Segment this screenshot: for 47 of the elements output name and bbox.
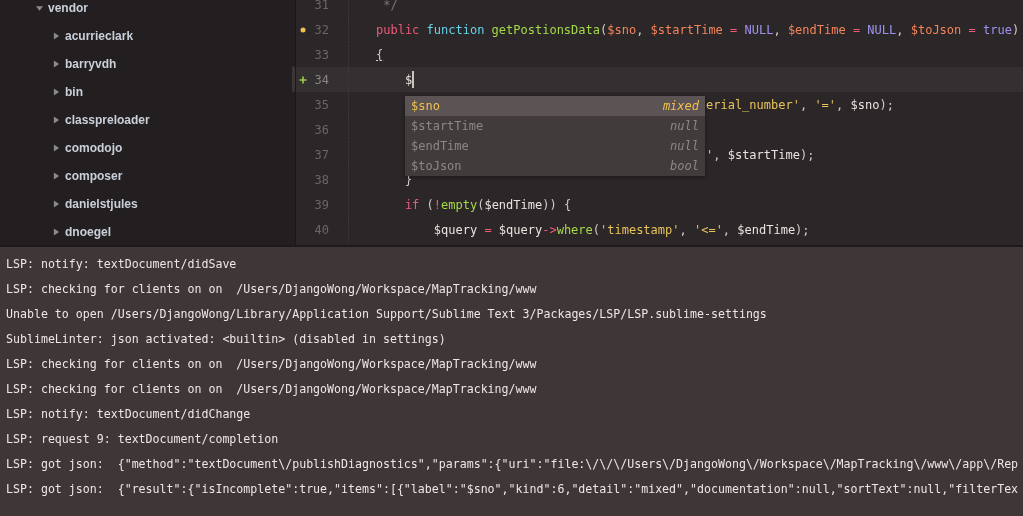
folder-name[interactable]: comodojo <box>65 141 123 155</box>
folder-name[interactable]: classpreloader <box>65 113 150 127</box>
folder-name[interactable]: acurrieclark <box>65 29 134 43</box>
collapsed-triangle-icon[interactable] <box>53 172 60 180</box>
line-number: 31 <box>313 0 330 12</box>
line-number: 34 <box>313 72 330 87</box>
line-number: 32 <box>313 22 330 37</box>
line-number: 40 <box>313 222 330 237</box>
line-number: 35 <box>313 97 330 112</box>
line-number: 38 <box>313 172 330 187</box>
folder-name[interactable]: danielstjules <box>65 197 138 211</box>
code-line: public function getPostionsData($sno, $startTime = NULL, $endTime = NULL, $toJson = true) <box>376 22 1020 37</box>
console-line: LSP: request 9: textDocument/completion <box>6 431 279 446</box>
code-line: if (!empty($endTime)) { <box>403 197 572 212</box>
console-line: LSP: got json: {"result":{"isIncomplete":true,"items":[{"label":"$sno","kind":6,"detail":"mixed","documentation":null,"sortText":null,"filterTex <box>6 481 1019 496</box>
collapsed-triangle-icon[interactable] <box>53 144 60 152</box>
collapsed-triangle-icon[interactable] <box>53 200 60 208</box>
collapsed-triangle-icon[interactable] <box>53 228 60 236</box>
console-line: Unable to open /Users/DjangoWong/Library/Application Support/Sublime Text 3/Packages/LSP/LSP.sublime-settings <box>6 306 767 321</box>
console-line: LSP: notify: textDocument/didSave <box>6 256 237 271</box>
console-line: LSP: checking for clients on on /Users/DjangoWong/Workspace/MapTracking/www <box>6 281 537 296</box>
code-line: ', $startTime); <box>706 147 815 162</box>
code-line: $ <box>403 72 413 87</box>
console-line: LSP: notify: textDocument/didChange <box>6 406 251 421</box>
line-number: 37 <box>313 147 330 162</box>
collapsed-triangle-icon[interactable] <box>53 116 60 124</box>
line-number: 33 <box>313 47 330 62</box>
folder-name[interactable]: barryvdh <box>65 57 117 71</box>
console-line: LSP: checking for clients on on /Users/DjangoWong/Workspace/MapTracking/www <box>6 381 537 396</box>
console-line: LSP: checking for clients on on /Users/DjangoWong/Workspace/MapTracking/www <box>6 356 537 371</box>
folder-name[interactable]: composer <box>65 169 123 183</box>
console-line: LSP: got json: {"method":"textDocument\/publishDiagnostics","params":{"uri":"file:\/\/\/Users\/DjangoWong\/Workspace\/MapTracking\/www\/app\/Rep <box>6 456 1019 471</box>
line-number: 39 <box>313 197 330 212</box>
line-number: 36 <box>313 122 330 137</box>
folder-name[interactable]: dnoegel <box>65 225 111 239</box>
collapsed-triangle-icon[interactable] <box>53 88 60 96</box>
expanded-triangle-icon[interactable] <box>36 4 43 12</box>
code-line: */ <box>382 0 398 12</box>
code-line: erial_number', '=', $sno); <box>706 97 894 112</box>
folder-name[interactable]: bin <box>65 85 83 99</box>
code-line: $query = $query->where('timestamp', '<=', $endTime); <box>432 222 810 237</box>
completion-item[interactable]: $sno mixed <box>405 96 705 116</box>
console-line: SublimeLinter: json activated: <builtin> (disabled in settings) <box>6 331 446 346</box>
collapsed-triangle-icon[interactable] <box>53 32 60 40</box>
collapsed-triangle-icon[interactable] <box>53 60 60 68</box>
folder-name[interactable]: vendor <box>48 1 88 15</box>
code-line: { <box>376 47 384 62</box>
